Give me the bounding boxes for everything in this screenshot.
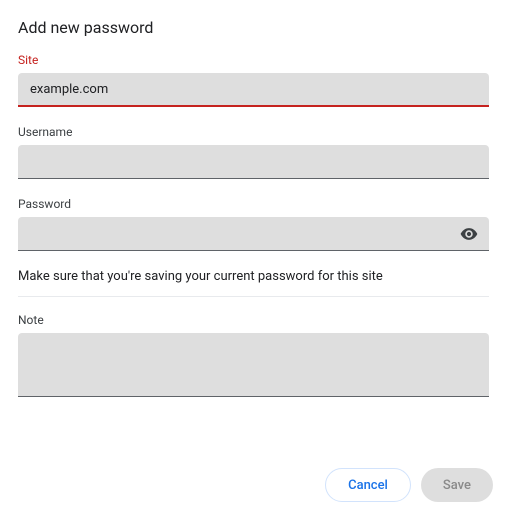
username-input[interactable]	[18, 145, 489, 179]
dialog-title: Add new password	[18, 18, 489, 37]
helper-text: Make sure that you're saving your curren…	[18, 269, 489, 284]
site-field-group: Site	[18, 53, 489, 107]
cancel-button[interactable]: Cancel	[325, 468, 411, 502]
divider	[18, 296, 489, 297]
note-label: Note	[18, 313, 489, 327]
save-button[interactable]: Save	[421, 468, 493, 502]
site-label: Site	[18, 53, 489, 67]
password-label: Password	[18, 197, 489, 211]
note-input[interactable]	[18, 333, 489, 397]
password-field-group: Password	[18, 197, 489, 251]
note-field-group: Note	[18, 313, 489, 401]
eye-icon	[459, 224, 479, 244]
password-input[interactable]	[18, 217, 489, 251]
dialog-footer: Cancel Save	[325, 468, 493, 502]
username-label: Username	[18, 125, 489, 139]
show-password-button[interactable]	[455, 220, 483, 248]
site-input[interactable]	[18, 73, 489, 107]
username-field-group: Username	[18, 125, 489, 179]
